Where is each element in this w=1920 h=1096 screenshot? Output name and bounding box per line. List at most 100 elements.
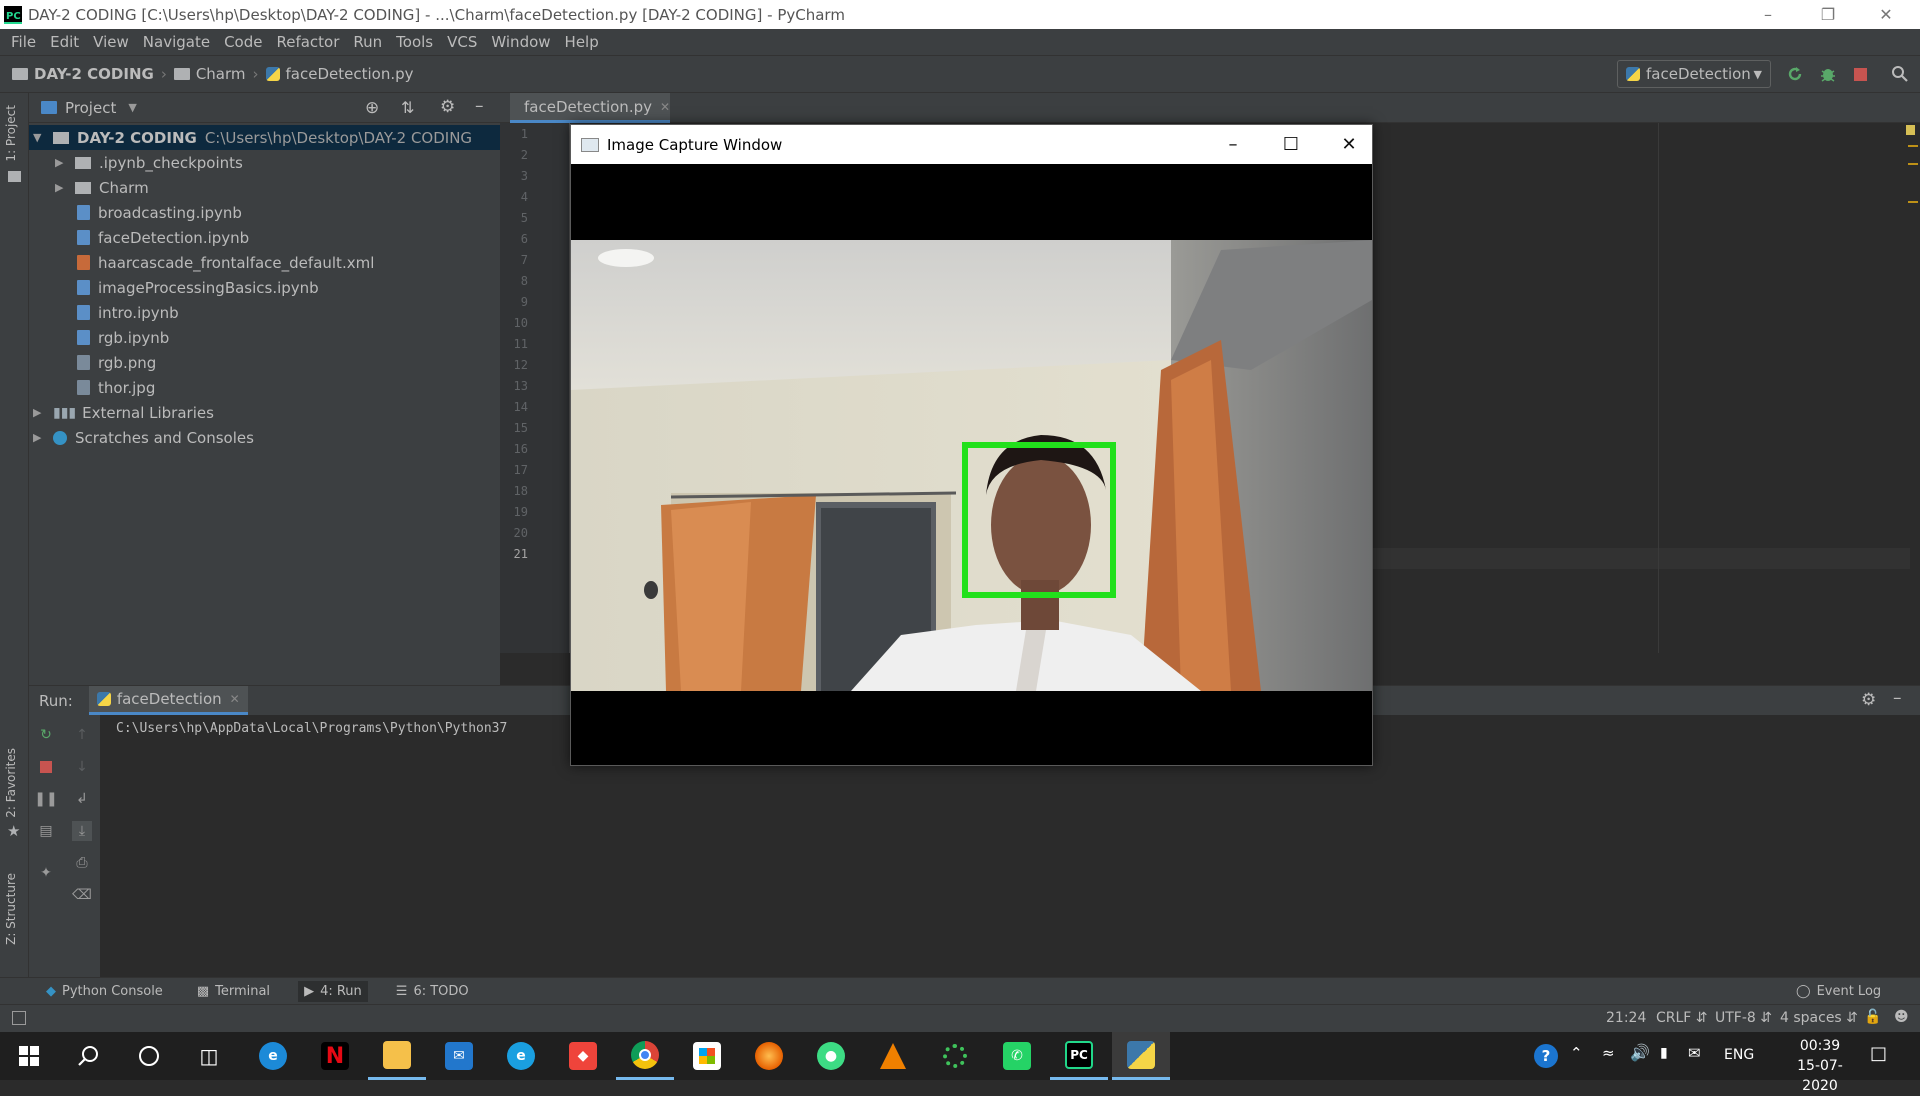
tree-item-file[interactable]: broadcasting.ipynb xyxy=(77,200,242,225)
run-configuration-dropdown[interactable]: faceDetection ▼ xyxy=(1617,60,1771,88)
taskbar-app-maps[interactable]: ● xyxy=(802,1032,860,1080)
trash-icon[interactable]: ⌫ xyxy=(72,885,92,905)
clock[interactable]: 00:39 15-07-2020 xyxy=(1780,1036,1860,1096)
tool-windows-icon[interactable] xyxy=(12,1011,26,1025)
layout-icon[interactable]: ▤ xyxy=(36,821,56,841)
image-capture-window[interactable]: Image Capture Window – ☐ ✕ xyxy=(570,124,1373,766)
error-stripe-mark[interactable] xyxy=(1908,145,1918,147)
battery-icon[interactable]: ▮ xyxy=(1660,1045,1668,1061)
help-icon[interactable]: ? xyxy=(1534,1044,1558,1068)
inspector-icon[interactable]: ☻ xyxy=(1894,1009,1909,1025)
search-button[interactable] xyxy=(60,1032,118,1080)
menu-run[interactable]: Run xyxy=(346,33,389,51)
run-tab[interactable]: faceDetection ✕ xyxy=(88,686,248,715)
menu-view[interactable]: View xyxy=(86,33,136,51)
capture-minimize-button[interactable]: – xyxy=(1204,125,1262,164)
print-icon[interactable]: ⎙ xyxy=(72,853,92,873)
close-button[interactable]: ✕ xyxy=(1858,0,1914,29)
indent-selector[interactable]: 4 spaces ⇵ xyxy=(1780,1010,1858,1026)
menu-help[interactable]: Help xyxy=(558,33,606,51)
search-icon[interactable] xyxy=(1890,64,1910,84)
cortana-button[interactable] xyxy=(120,1032,178,1080)
menu-window[interactable]: Window xyxy=(484,33,557,51)
taskbar-app-netflix[interactable]: N xyxy=(306,1032,364,1080)
minimize-button[interactable]: – xyxy=(1740,0,1796,29)
collapsed-arrow-icon[interactable]: ▶ xyxy=(55,156,69,169)
taskbar-app-file-explorer[interactable] xyxy=(368,1032,426,1080)
arrow-up-icon[interactable]: ↑ xyxy=(72,725,92,745)
taskbar-app-vlc[interactable] xyxy=(864,1032,922,1080)
taskbar-app-anydesk[interactable]: ◆ xyxy=(554,1032,612,1080)
collapse-all-icon[interactable]: ⇅ xyxy=(401,98,414,117)
soft-wrap-icon[interactable]: ↲ xyxy=(72,789,92,809)
stop-icon[interactable] xyxy=(36,757,56,777)
restore-button[interactable]: ❐ xyxy=(1800,0,1856,29)
taskbar-app-loader[interactable] xyxy=(926,1032,984,1080)
taskbar-app-internet-explorer[interactable]: e xyxy=(492,1032,550,1080)
taskbar-app-chrome[interactable] xyxy=(616,1032,674,1080)
caret-position[interactable]: 21:24 xyxy=(1606,1010,1646,1026)
menu-edit[interactable]: Edit xyxy=(43,33,86,51)
close-icon[interactable]: ✕ xyxy=(660,100,670,114)
tree-item-file[interactable]: intro.ipynb xyxy=(77,300,179,325)
menu-code[interactable]: Code xyxy=(217,33,269,51)
language-indicator[interactable]: ENG xyxy=(1724,1047,1754,1063)
editor-tab[interactable]: faceDetection.py ✕ xyxy=(510,93,670,123)
rerun-icon[interactable] xyxy=(1785,64,1805,84)
volume-icon[interactable]: 🔊 xyxy=(1630,1043,1650,1062)
pause-icon[interactable]: ❚❚ xyxy=(34,789,57,809)
menu-file[interactable]: File xyxy=(4,33,43,51)
hide-panel-icon[interactable]: – xyxy=(1893,688,1902,708)
tree-item-file[interactable]: haarcascade_frontalface_default.xml xyxy=(77,250,374,275)
arrow-down-icon[interactable]: ↓ xyxy=(72,757,92,777)
hide-panel-icon[interactable]: – xyxy=(475,96,484,116)
inspection-indicator-icon[interactable] xyxy=(1906,125,1915,135)
tree-item-file[interactable]: faceDetection.ipynb xyxy=(77,225,249,250)
gear-icon[interactable]: ⚙ xyxy=(440,97,455,117)
taskbar-app-python[interactable] xyxy=(1112,1032,1170,1080)
tree-item-file[interactable]: rgb.png xyxy=(77,350,156,375)
task-view-button[interactable]: ◫ xyxy=(180,1032,238,1080)
tree-item-file[interactable]: rgb.ipynb xyxy=(77,325,169,350)
wifi-icon[interactable]: ≈ xyxy=(1602,1044,1615,1062)
gear-icon[interactable]: ⚙ xyxy=(1861,690,1876,710)
tab-python-console[interactable]: ◆ Python Console xyxy=(40,981,169,1002)
tab-terminal[interactable]: ▩ Terminal xyxy=(191,981,276,1002)
encoding-selector[interactable]: UTF-8 ⇵ xyxy=(1715,1010,1772,1026)
chevron-up-icon[interactable]: ⌃ xyxy=(1570,1044,1583,1062)
tree-item-folder[interactable]: ▶ .ipynb_checkpoints xyxy=(55,150,243,175)
breadcrumb-folder[interactable]: Charm xyxy=(173,65,246,83)
capture-maximize-button[interactable]: ☐ xyxy=(1262,125,1320,164)
menu-refactor[interactable]: Refactor xyxy=(269,33,346,51)
stop-icon[interactable] xyxy=(1850,64,1870,84)
tool-tab-structure[interactable]: Z: Structure xyxy=(4,873,18,945)
scroll-to-end-icon[interactable]: ⤓ xyxy=(72,821,92,841)
pin-icon[interactable]: ✦ xyxy=(36,863,56,883)
taskbar-app-firefox[interactable] xyxy=(740,1032,798,1080)
taskbar-app-whatsapp[interactable]: ✆ xyxy=(988,1032,1046,1080)
collapsed-arrow-icon[interactable]: ▶ xyxy=(33,431,47,444)
chevron-down-icon[interactable]: ▼ xyxy=(128,101,136,114)
menu-vcs[interactable]: VCS xyxy=(440,33,484,51)
notification-mail-icon[interactable]: ✉ xyxy=(1688,1044,1701,1062)
rerun-icon[interactable]: ↻ xyxy=(36,725,56,745)
menu-navigate[interactable]: Navigate xyxy=(136,33,217,51)
capture-window-title-bar[interactable]: Image Capture Window – ☐ ✕ xyxy=(571,125,1372,164)
tab-todo[interactable]: ☰ 6: TODO xyxy=(390,981,475,1002)
start-button[interactable] xyxy=(0,1032,58,1080)
action-center-icon[interactable]: □ xyxy=(1870,1043,1887,1064)
capture-close-button[interactable]: ✕ xyxy=(1320,125,1378,164)
tree-item-scratches[interactable]: ▶ Scratches and Consoles xyxy=(33,425,254,450)
error-stripe-mark[interactable] xyxy=(1908,163,1918,165)
project-view-selector[interactable]: Project xyxy=(65,99,116,117)
tab-run[interactable]: ▶ 4: Run xyxy=(298,980,368,1002)
taskbar-app-store[interactable] xyxy=(678,1032,736,1080)
taskbar-app-pycharm[interactable]: PC xyxy=(1050,1032,1108,1080)
lock-icon[interactable]: 🔓 xyxy=(1864,1009,1881,1025)
tab-event-log[interactable]: ◯ Event Log xyxy=(1790,981,1887,1002)
collapsed-arrow-icon[interactable]: ▶ xyxy=(33,406,47,419)
tool-tab-favorites[interactable]: 2: Favorites xyxy=(4,748,18,818)
collapsed-arrow-icon[interactable]: ▶ xyxy=(55,181,69,194)
taskbar-app-mail[interactable]: ✉ xyxy=(430,1032,488,1080)
locate-icon[interactable]: ⊕ xyxy=(365,98,379,118)
